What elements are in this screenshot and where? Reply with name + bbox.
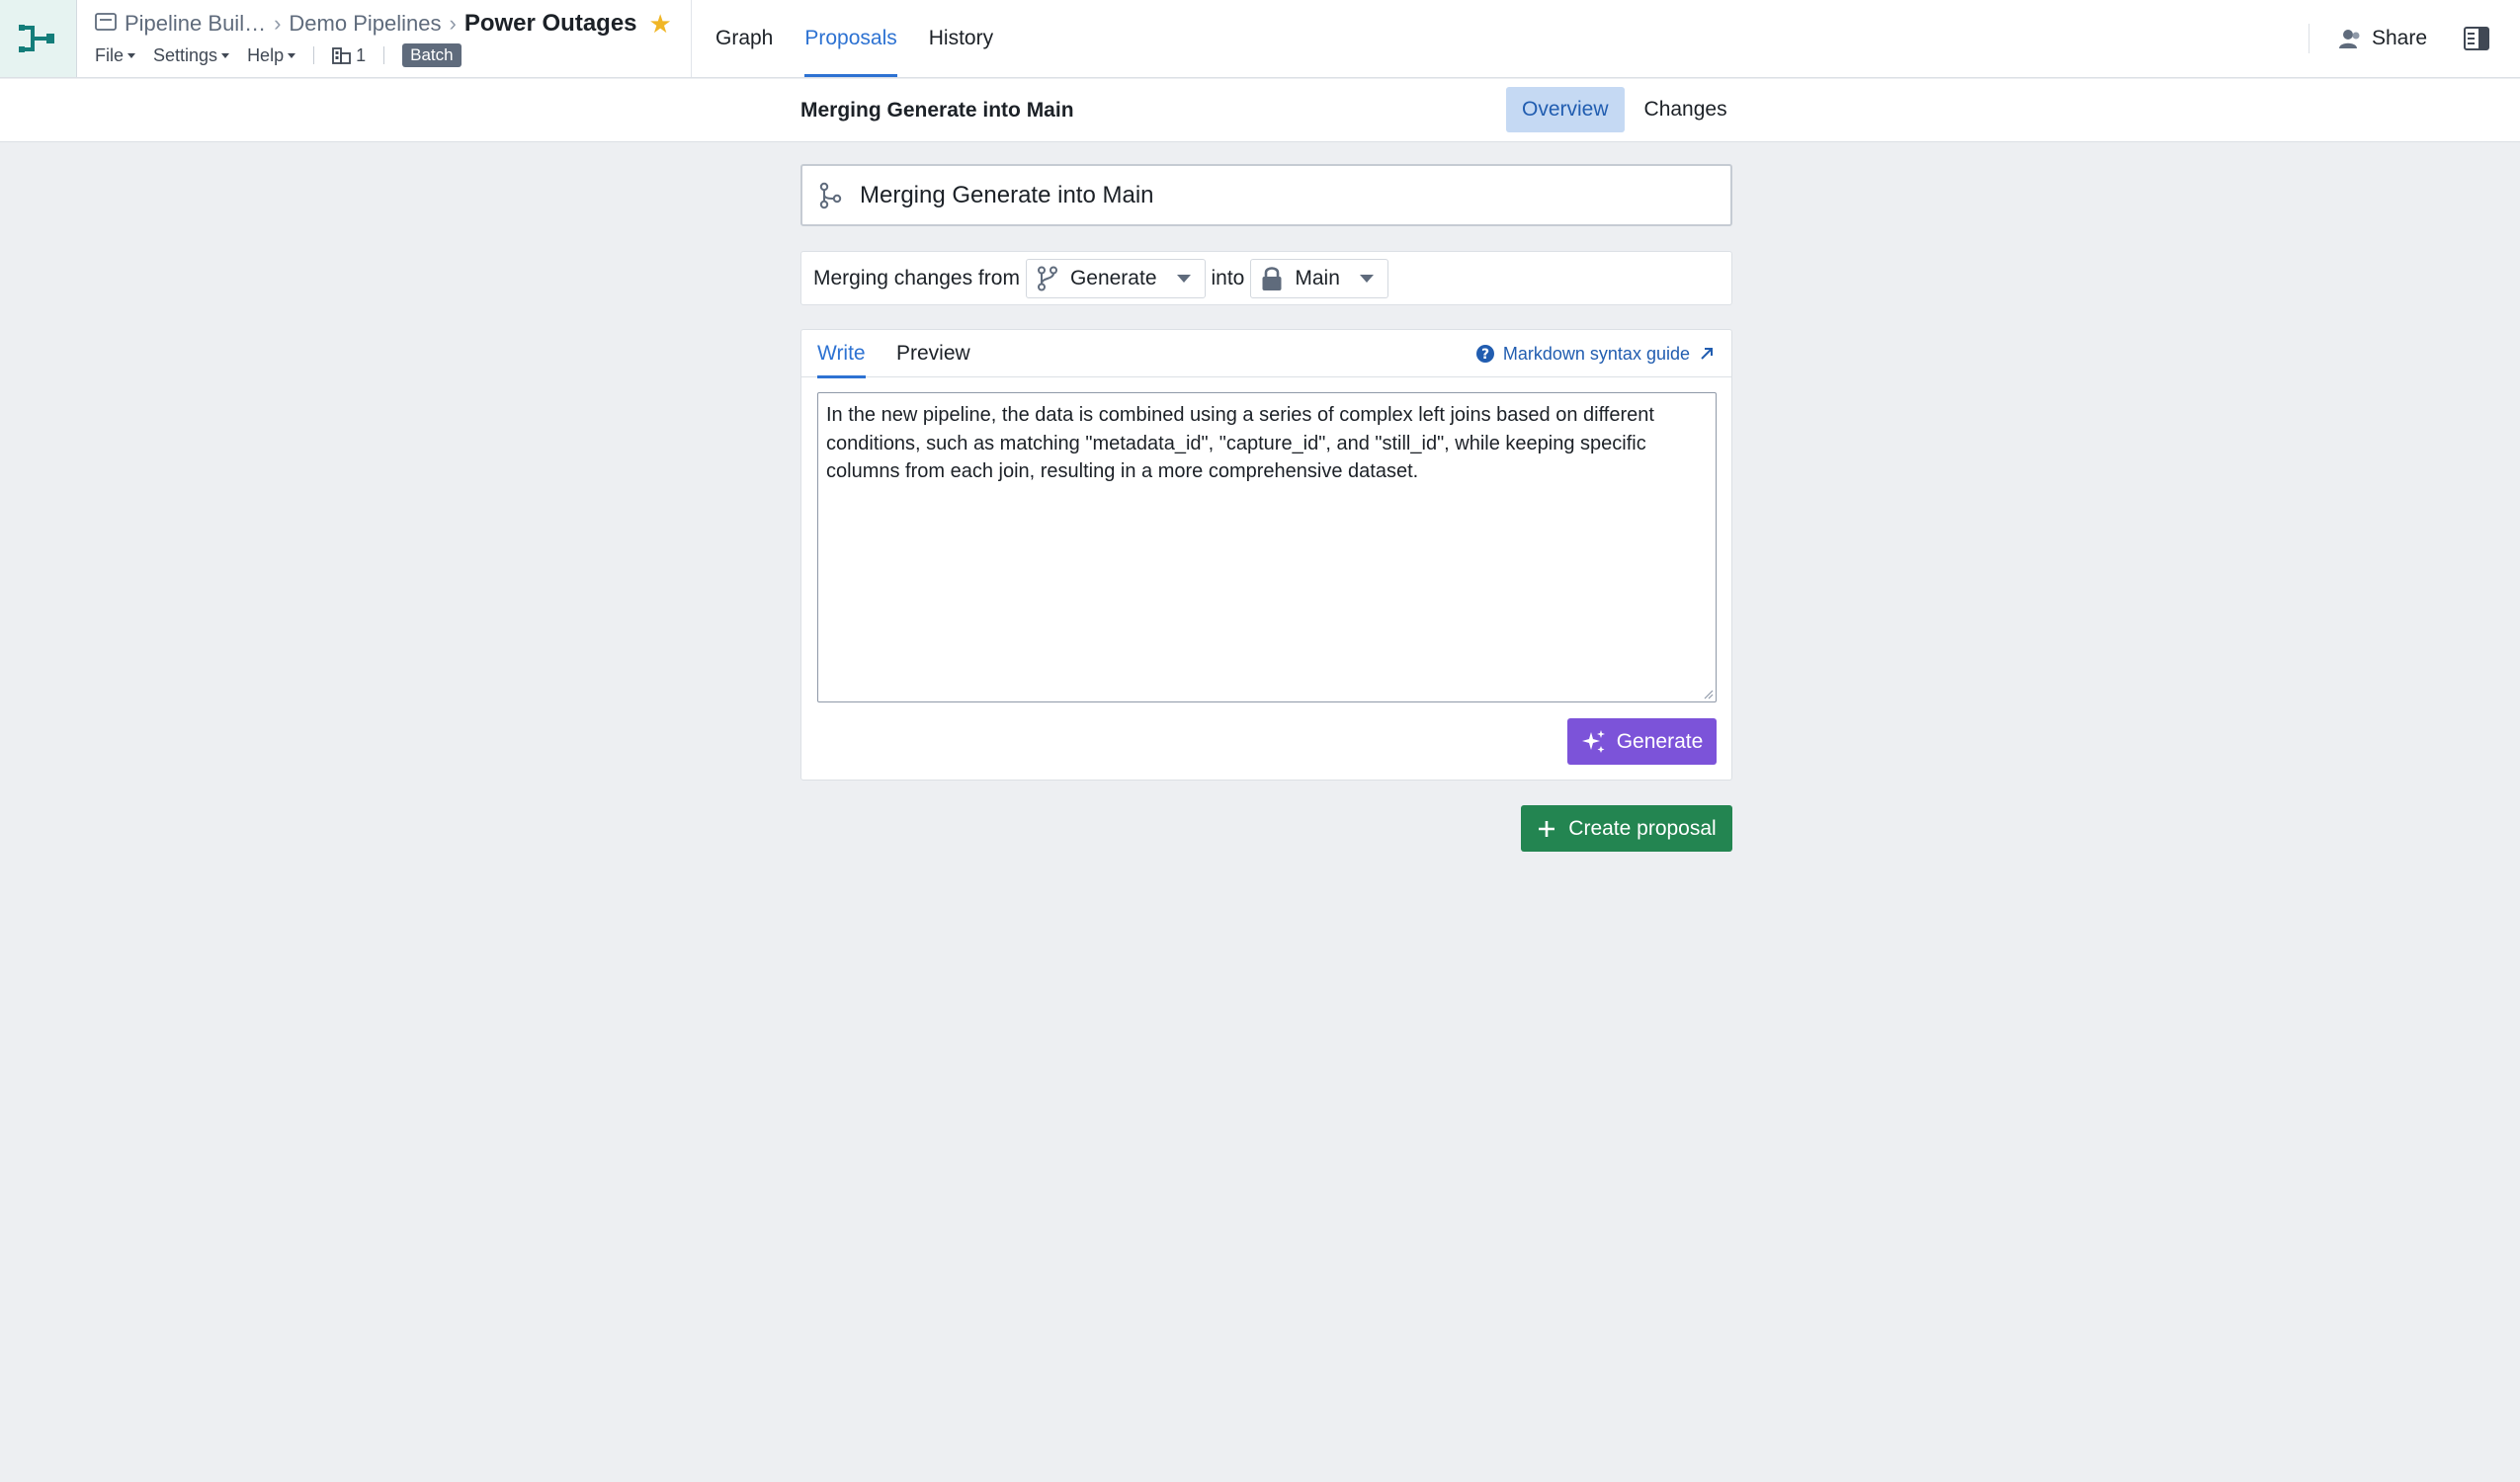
description-text: In the new pipeline, the data is combine…	[826, 404, 1654, 482]
into-label: into	[1211, 266, 1245, 289]
star-icon[interactable]: ★	[649, 9, 672, 40]
target-branch-select[interactable]: Main	[1250, 258, 1388, 298]
git-branch-icon	[819, 182, 842, 208]
breadcrumb: Pipeline Buil… › Demo Pipelines › Power …	[95, 8, 672, 40]
create-proposal-button[interactable]: Create proposal	[1521, 805, 1732, 852]
generate-button[interactable]: Generate	[1567, 718, 1717, 765]
caret-down-icon	[288, 52, 296, 58]
file-menu-label: File	[95, 44, 125, 65]
tab-write[interactable]: Write	[817, 330, 866, 378]
caret-down-icon	[127, 52, 136, 58]
caret-down-icon	[221, 52, 230, 58]
help-menu[interactable]: Help	[247, 44, 296, 66]
source-branch-value: Generate	[1069, 266, 1157, 289]
merge-branches-row: Merging changes from Generate into Main	[800, 251, 1732, 305]
sparkle-icon	[1581, 729, 1605, 753]
generate-label: Generate	[1616, 729, 1704, 753]
plus-icon	[1539, 820, 1555, 837]
share-label: Share	[2372, 27, 2428, 49]
divider	[2309, 24, 2310, 53]
tab-graph[interactable]: Graph	[715, 0, 773, 77]
caret-down-icon	[1176, 274, 1191, 283]
target-branch-value: Main	[1295, 266, 1340, 289]
editor-tabs: Write Preview ? Markdown syntax guide	[801, 330, 1731, 378]
lock-icon	[1262, 266, 1282, 290]
share-button[interactable]: Share	[2338, 24, 2427, 53]
build-count-value: 1	[356, 44, 367, 65]
build-icon	[332, 47, 351, 64]
proposal-subheader: Merging Generate into Main Overview Chan…	[0, 79, 2520, 142]
panel-toggle-icon[interactable]	[2463, 24, 2490, 53]
settings-menu-label: Settings	[153, 44, 218, 65]
chevron-right-icon: ›	[449, 11, 457, 36]
pipeline-logo-icon[interactable]	[0, 0, 77, 77]
divider	[313, 46, 315, 64]
external-link-icon	[1701, 348, 1713, 360]
markdown-guide-label: Markdown syntax guide	[1502, 343, 1690, 364]
tab-proposals[interactable]: Proposals	[804, 0, 898, 77]
breadcrumb-demo-pipelines[interactable]: Demo Pipelines	[289, 11, 441, 37]
description-textarea[interactable]: In the new pipeline, the data is combine…	[817, 392, 1717, 702]
tab-changes[interactable]: Changes	[1629, 87, 1743, 132]
proposal-view-tabs: Overview Changes	[1506, 87, 1743, 132]
page-title: Power Outages	[463, 10, 637, 37]
chevron-right-icon: ›	[274, 11, 282, 36]
breadcrumb-pipeline-builder[interactable]: Pipeline Buil…	[125, 11, 266, 37]
mode-badge: Batch	[402, 43, 462, 67]
file-menu[interactable]: File	[95, 44, 136, 66]
menu-bar: File Settings Help 1 Batch	[95, 41, 462, 69]
proposal-title-input[interactable]: Merging Generate into Main	[800, 164, 1732, 226]
proposal-title-value: Merging Generate into Main	[860, 181, 1154, 208]
settings-menu[interactable]: Settings	[153, 44, 230, 66]
merge-prefix-label: Merging changes from	[813, 266, 1020, 289]
tab-preview[interactable]: Preview	[896, 330, 970, 377]
caret-down-icon	[1359, 274, 1374, 283]
app-header: Pipeline Buil… › Demo Pipelines › Power …	[0, 0, 2520, 78]
resize-handle-icon[interactable]	[1702, 688, 1714, 700]
folder-icon	[95, 12, 117, 37]
tab-overview[interactable]: Overview	[1506, 87, 1625, 132]
help-menu-label: Help	[247, 44, 285, 65]
description-editor: Write Preview ? Markdown syntax guide In…	[800, 329, 1732, 781]
divider	[691, 0, 692, 77]
divider	[383, 46, 385, 64]
tab-history[interactable]: History	[929, 0, 993, 77]
git-branch-icon	[1037, 266, 1057, 290]
help-icon: ?	[1475, 345, 1494, 363]
main-nav-tabs: Graph Proposals History	[715, 0, 993, 77]
build-count[interactable]: 1	[332, 45, 366, 66]
source-branch-select[interactable]: Generate	[1025, 258, 1206, 298]
markdown-guide-link[interactable]: ? Markdown syntax guide	[1475, 330, 1716, 377]
svg-text:?: ?	[1481, 347, 1489, 363]
user-share-icon	[2339, 30, 2360, 48]
proposal-heading: Merging Generate into Main	[800, 99, 1074, 122]
create-proposal-label: Create proposal	[1568, 816, 1717, 840]
